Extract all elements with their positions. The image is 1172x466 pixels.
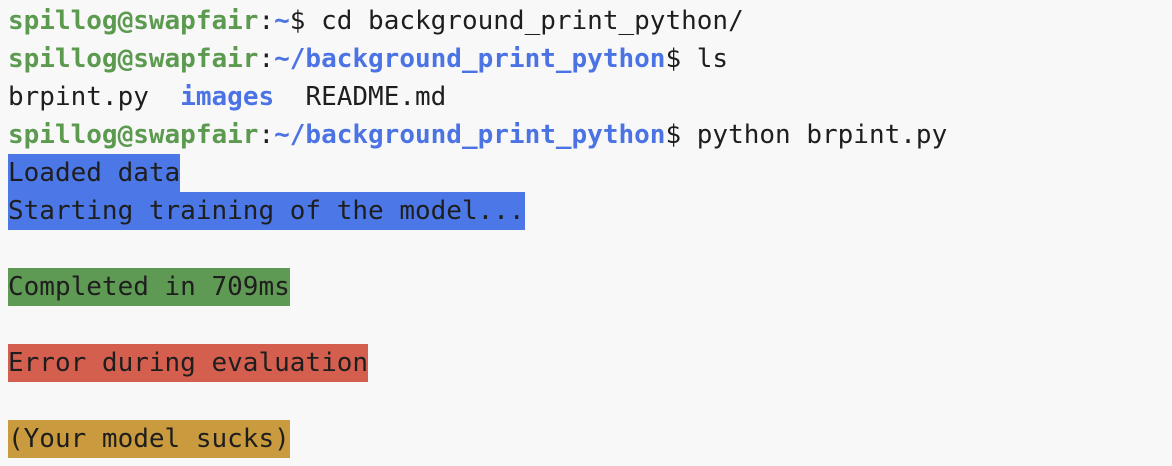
prompt-dollar: $	[665, 120, 697, 150]
output-error: Error during evaluation	[8, 344, 369, 382]
prompt-user-host: spillog@swapfair	[8, 120, 259, 150]
prompt-user-host: spillog@swapfair	[8, 6, 259, 36]
command-text: python brpint.py	[696, 120, 948, 150]
output-error-line: Error during evaluation	[8, 344, 1172, 382]
terminal-window[interactable]: spillog@swapfair:~$ cd background_print_…	[8, 2, 1172, 466]
output-completed: Completed in 709ms	[8, 268, 290, 306]
prompt-dollar: $	[665, 44, 697, 74]
command-text: ls	[696, 44, 729, 74]
command-text: cd background_print_python/	[321, 6, 744, 36]
prompt-path: ~/background_print_python	[274, 44, 666, 74]
output-loaded-data: Loaded data	[8, 154, 181, 192]
terminal-line-4: spillog@swapfair:~/background_print_pyth…	[8, 116, 1172, 154]
ls-dir-images: images	[180, 82, 275, 112]
output-model-sucks: (Your model sucks)	[8, 420, 290, 458]
prompt-user-host: spillog@swapfair	[8, 44, 259, 74]
prompt-path: ~	[274, 6, 290, 36]
output-starting-line: Starting training of the model...	[8, 192, 1172, 230]
terminal-line-2: spillog@swapfair:~/background_print_pyth…	[8, 40, 1172, 78]
ls-file-readme: README.md	[305, 82, 447, 112]
output-sucks-line: (Your model sucks)	[8, 420, 1172, 458]
prompt-colon: :	[258, 120, 275, 150]
prompt-dollar: $	[289, 6, 322, 36]
prompt-path: ~/background_print_python	[274, 120, 666, 150]
output-starting-training: Starting training of the model...	[8, 192, 525, 230]
prompt-colon: :	[258, 44, 275, 74]
output-loaded-line: Loaded data	[8, 154, 1172, 192]
output-completed-line: Completed in 709ms	[8, 268, 1172, 306]
terminal-line-1: spillog@swapfair:~$ cd background_print_…	[8, 2, 1172, 40]
prompt-colon: :	[258, 6, 275, 36]
ls-output-line: brpint.py images README.md	[8, 78, 1172, 116]
ls-file-brpint: brpint.py	[8, 82, 149, 112]
